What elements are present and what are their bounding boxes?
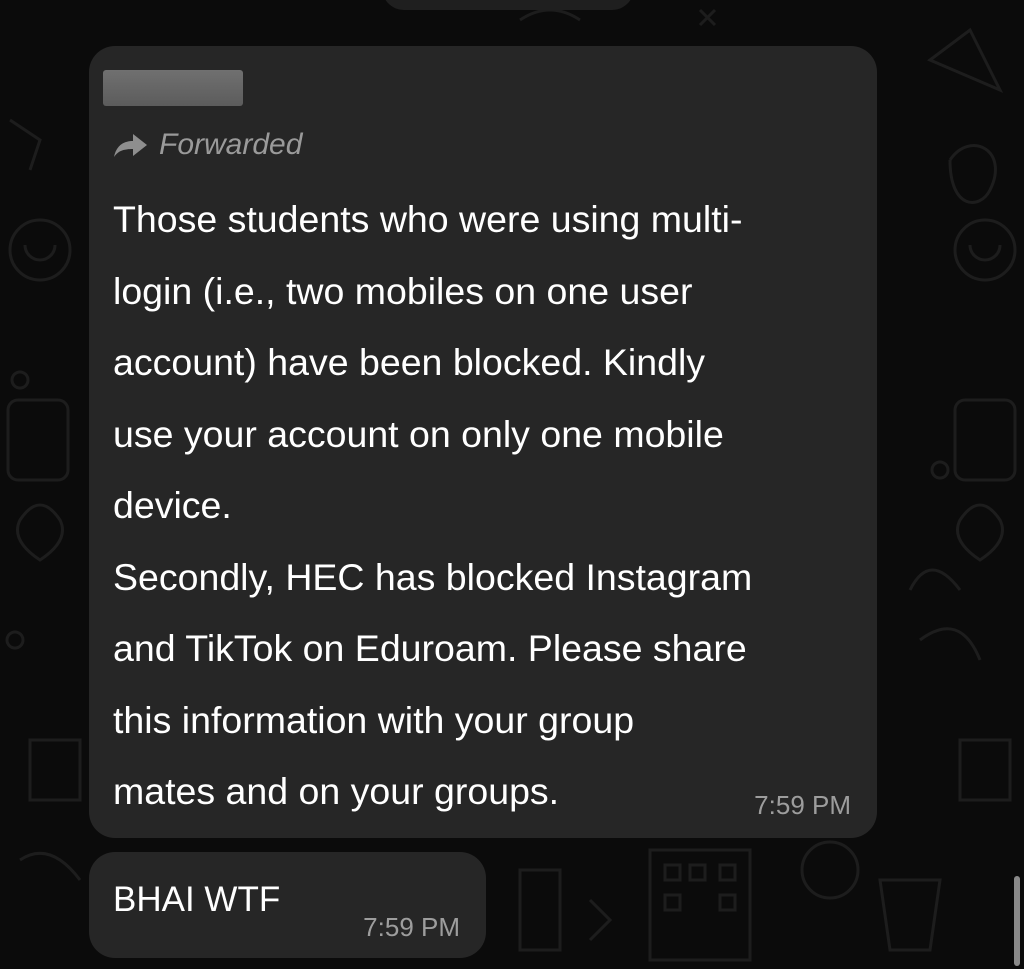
forwarded-indicator: Forwarded bbox=[113, 128, 302, 162]
message-bubble-reply[interactable]: BHAI WTF 7:59 PM bbox=[89, 852, 486, 958]
message-bubble-forwarded[interactable]: Forwarded Those students who were using … bbox=[89, 46, 877, 838]
redacted-sender-name bbox=[103, 70, 243, 106]
message-timestamp: 7:59 PM bbox=[754, 790, 851, 820]
forward-arrow-icon bbox=[114, 134, 147, 157]
previous-message-bubble-edge bbox=[382, 0, 634, 10]
message-text: Those students who were using multi- log… bbox=[113, 198, 753, 812]
scrollbar[interactable] bbox=[1014, 876, 1020, 966]
forwarded-label: Forwarded bbox=[159, 128, 303, 161]
message-timestamp: 7:59 PM bbox=[363, 912, 460, 942]
message-text: BHAI WTF bbox=[113, 880, 281, 919]
